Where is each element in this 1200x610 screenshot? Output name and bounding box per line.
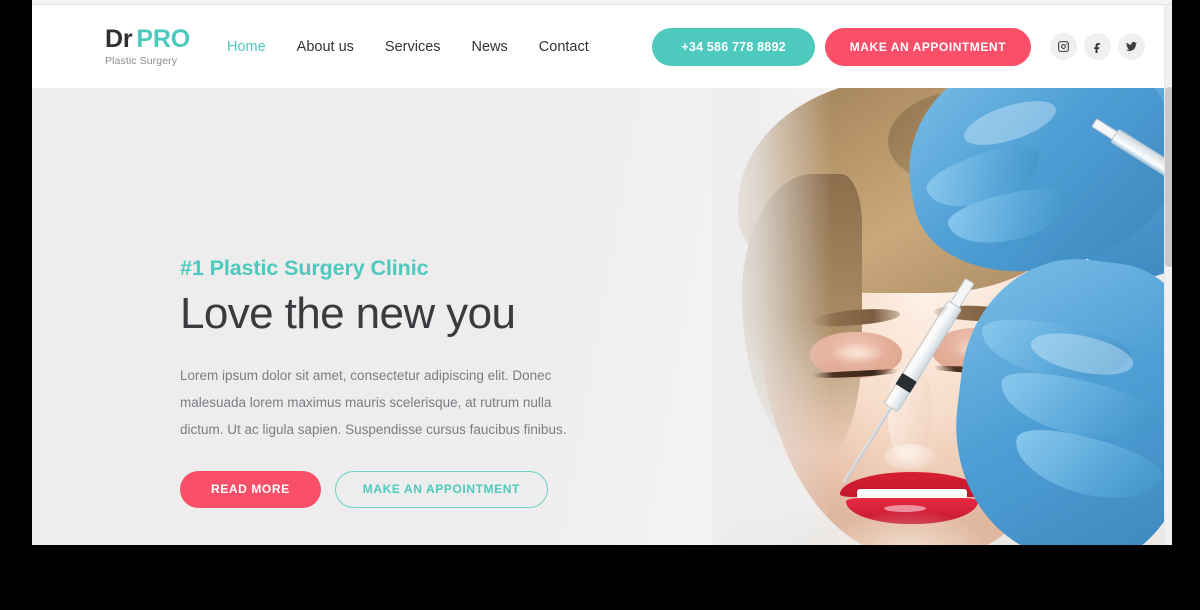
hero-headline: Love the new you: [180, 289, 516, 338]
instagram-icon[interactable]: [1050, 33, 1077, 60]
eyeshadow-shimmer-left: [832, 343, 884, 363]
hero-paragraph: Lorem ipsum dolor sit amet, consectetur …: [180, 367, 567, 437]
logo-text-dr: Dr: [105, 24, 133, 53]
nav-item-home[interactable]: Home: [227, 39, 266, 55]
twitter-icon[interactable]: [1118, 33, 1145, 60]
read-more-button[interactable]: READ MORE: [180, 470, 321, 508]
social-links: [1050, 33, 1145, 60]
nav-item-services[interactable]: Services: [385, 39, 441, 55]
logo-tagline: Plastic Surgery: [105, 54, 178, 67]
image-edge-fade: [712, 88, 832, 545]
hero-eyebrow: #1 Plastic Surgery Clinic: [180, 256, 429, 280]
site-header: Dr PRO Plastic Surgery Home About us Serv…: [32, 5, 1172, 88]
lip-gloss-highlight: [884, 505, 926, 512]
site-logo[interactable]: Dr PRO Plastic Surgery: [105, 24, 190, 67]
logo-wordmark: Dr PRO: [105, 24, 190, 53]
page-viewport: Dr PRO Plastic Surgery Home About us Serv…: [32, 5, 1172, 545]
header-actions: +34 586 778 8892 MAKE AN APPOINTMENT: [652, 27, 1145, 66]
hero-image: [712, 88, 1172, 545]
nav-item-contact[interactable]: Contact: [539, 39, 589, 55]
header-appointment-button[interactable]: MAKE AN APPOINTMENT: [824, 27, 1031, 66]
logo-text-pro: PRO: [136, 24, 190, 53]
hero-section: #1 Plastic Surgery Clinic Love the new y…: [32, 88, 1172, 545]
hero-content: #1 Plastic Surgery Clinic Love the new y…: [180, 256, 610, 508]
screen-frame: Dr PRO Plastic Surgery Home About us Serv…: [0, 0, 1200, 610]
page-scrollbar[interactable]: [1164, 5, 1172, 545]
hero-buttons: READ MORE MAKE AN APPOINTMENT: [180, 470, 610, 508]
phone-button[interactable]: +34 586 778 8892: [652, 27, 815, 66]
hero-appointment-button[interactable]: MAKE AN APPOINTMENT: [334, 470, 548, 508]
nav-item-about-us[interactable]: About us: [297, 39, 354, 55]
main-navigation: Home About us Services News Contact: [227, 39, 589, 55]
scrollbar-thumb[interactable]: [1165, 87, 1172, 267]
facebook-icon[interactable]: [1084, 33, 1111, 60]
nose-tip-highlight: [884, 444, 936, 470]
nav-item-news[interactable]: News: [472, 39, 508, 55]
